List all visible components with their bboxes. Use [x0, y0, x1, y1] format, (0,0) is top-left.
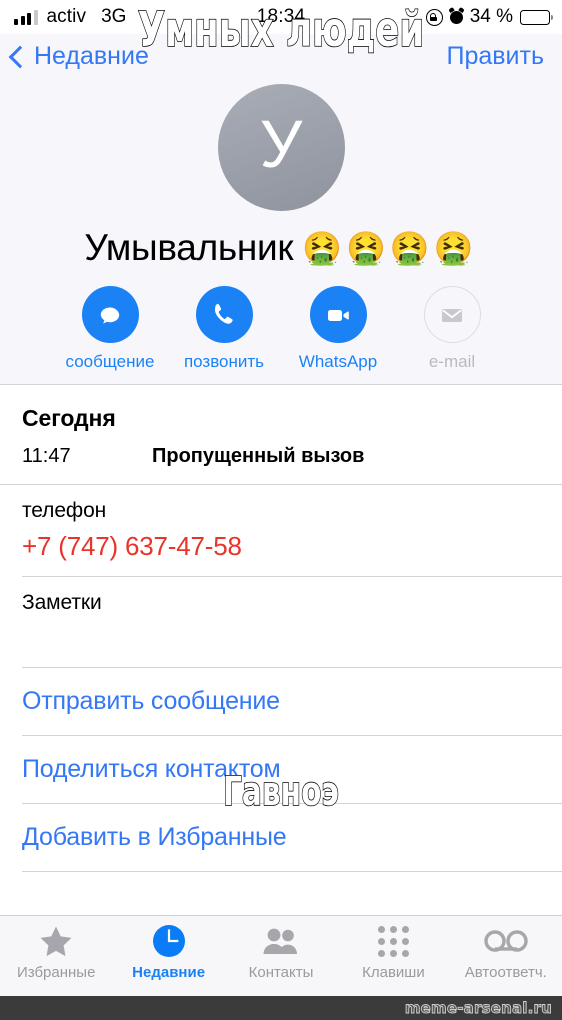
tab-keypad-label: Клавиши [362, 964, 425, 981]
envelope-icon [423, 286, 481, 343]
action-email: e-mail [412, 286, 492, 372]
action-message-label: сообщение [65, 352, 155, 371]
name-emoji: 🤮🤮🤮🤮 [302, 230, 478, 266]
divider [22, 871, 562, 872]
action-email-label: e-mail [428, 352, 476, 371]
contact-header: У Умывальник 🤮🤮🤮🤮 сообщение позвонить Wh… [0, 78, 562, 384]
tab-contacts-label: Контакты [248, 964, 314, 981]
tab-bar: Избранные Недавние Контакты Клавиши Авто… [0, 915, 562, 996]
add-to-favorites-link[interactable]: Добавить в Избранные [0, 804, 562, 871]
avatar-container: У [0, 78, 562, 211]
tab-voicemail[interactable]: Автоответч. [450, 924, 562, 981]
action-call[interactable]: позвонить [184, 286, 264, 372]
back-button-label: Недавние [34, 41, 149, 70]
status-bar-clock: 18:34 [256, 6, 306, 27]
tab-recents[interactable]: Недавние [112, 924, 224, 981]
contact-name-row: Умывальник 🤮🤮🤮🤮 [0, 227, 562, 269]
tab-contacts[interactable]: Контакты [225, 924, 337, 981]
star-icon [39, 924, 73, 958]
tab-voicemail-label: Автоответч. [464, 964, 547, 981]
action-whatsapp[interactable]: WhatsApp [298, 286, 378, 372]
notes-field[interactable]: Заметки [0, 577, 562, 667]
rotation-lock-icon [425, 8, 443, 26]
clock-icon [152, 924, 186, 958]
action-call-label: позвонить [183, 352, 265, 371]
battery-icon [520, 9, 553, 25]
alarm-icon [449, 10, 463, 24]
message-bubble-icon [81, 286, 139, 343]
people-icon [261, 924, 301, 958]
call-time: 11:47 [22, 445, 71, 467]
share-contact-link[interactable]: Поделиться контактом [0, 736, 562, 803]
action-message[interactable]: сообщение [66, 286, 154, 372]
tab-favorites-label: Избранные [16, 964, 96, 981]
voicemail-icon [483, 924, 529, 958]
navigation-bar: Недавние Править [0, 34, 562, 78]
watermark-text: meme-arsenal.ru [404, 999, 552, 1018]
chevron-left-icon [8, 45, 32, 68]
back-button[interactable]: Недавние [8, 41, 149, 71]
page-title: Умывальник [84, 227, 294, 268]
phone-field-label: телефон [22, 499, 107, 522]
phone-handset-icon [195, 286, 253, 343]
call-history-entry: 11:47 Пропущенный вызов [22, 445, 540, 468]
call-history-day: Сегодня [22, 405, 116, 431]
send-message-link[interactable]: Отправить сообщение [0, 668, 562, 735]
video-camera-icon [309, 286, 367, 343]
call-type: Пропущенный вызов [152, 445, 365, 467]
tab-favorites[interactable]: Избранные [0, 924, 112, 981]
contact-details-list: Сегодня 11:47 Пропущенный вызов телефон … [0, 384, 562, 915]
phone-field[interactable]: телефон +7 (747) 637-47-58 [0, 485, 562, 576]
quick-actions: сообщение позвонить WhatsApp e-mail [0, 286, 562, 372]
avatar[interactable]: У [217, 84, 345, 211]
status-bar: activ 3G 18:34 34 % [0, 0, 562, 34]
watermark-bar: meme-arsenal.ru [0, 996, 562, 1020]
tab-keypad[interactable]: Клавиши [337, 924, 449, 981]
action-whatsapp-label: WhatsApp [298, 352, 378, 371]
tab-recents-label: Недавние [132, 964, 206, 981]
notes-field-label: Заметки [22, 591, 102, 614]
phone-number[interactable]: +7 (747) 637-47-58 [22, 531, 540, 562]
keypad-icon [377, 924, 409, 958]
call-history-block[interactable]: Сегодня 11:47 Пропущенный вызов [0, 385, 562, 484]
edit-button[interactable]: Править [447, 42, 545, 71]
phone-screen: activ 3G 18:34 34 % Недавние Править У У… [0, 0, 562, 1020]
